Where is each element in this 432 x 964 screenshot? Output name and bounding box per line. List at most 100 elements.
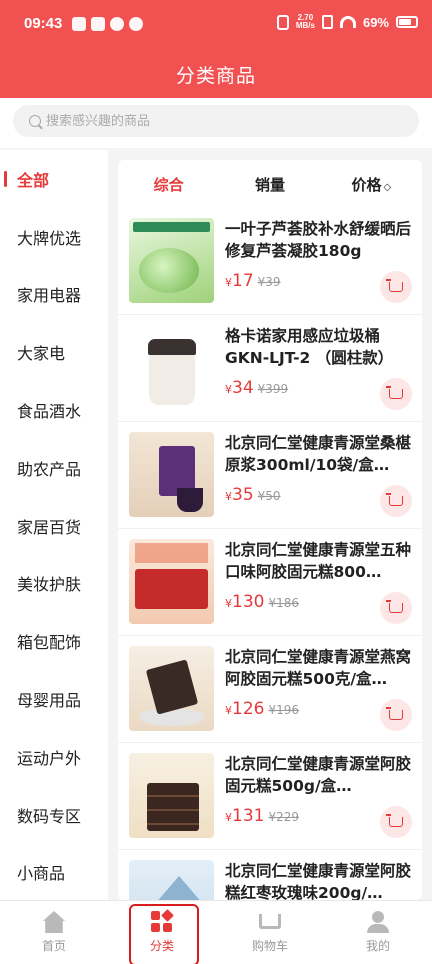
sidebar-item-household[interactable]: 家居百货 (0, 497, 108, 555)
product-price: ¥126 ¥196 (225, 699, 299, 719)
gift-box-image[interactable] (129, 539, 214, 624)
status-bar: 09:43 2.70 MB/s 69% (0, 0, 432, 50)
product-name[interactable]: 北京同仁堂健康青源堂阿胶固元糕500g/盒… (225, 753, 413, 797)
sidebar-item-label: 小商品 (17, 864, 66, 884)
original-price: ¥196 (268, 703, 299, 717)
mountain-image[interactable] (129, 860, 214, 900)
sidebar-item-brand-picks[interactable]: 大牌优选 (0, 208, 108, 266)
product-price: ¥17 ¥39 (225, 271, 281, 291)
add-to-cart-button[interactable] (380, 806, 412, 838)
home-icon (43, 911, 65, 933)
sidebar-item-bags[interactable]: 箱包配饰 (0, 612, 108, 670)
currency-symbol: ¥ (225, 811, 232, 824)
sidebar-item-label: 数码专区 (17, 806, 82, 826)
sort-tab-label: 价格 (351, 175, 382, 194)
add-to-cart-button[interactable] (380, 699, 412, 731)
add-to-cart-button[interactable] (380, 592, 412, 624)
sort-tab-price[interactable]: 价格 ◇ (321, 174, 422, 195)
product-price: ¥131 ¥229 (225, 806, 299, 826)
sidebar-item-label: 助农产品 (17, 459, 82, 479)
sidebar-item-digital[interactable]: 数码专区 (0, 786, 108, 844)
search-input[interactable] (46, 113, 376, 129)
price-value: 131 (232, 806, 265, 826)
sidebar-item-baby[interactable]: 母婴用品 (0, 670, 108, 728)
original-price: ¥229 (268, 810, 299, 824)
nav-home[interactable]: 首页 (0, 901, 108, 964)
product-item[interactable]: 北京同仁堂健康青源堂阿胶固元糕500g/盒… ¥131 ¥229 (118, 743, 422, 850)
sort-arrow-icon: ◇ (383, 181, 392, 193)
search-box[interactable] (13, 105, 419, 137)
cake-plate-image[interactable] (129, 646, 214, 731)
currency-symbol: ¥ (225, 383, 232, 396)
product-price: ¥35 ¥50 (225, 485, 281, 505)
cart-icon (386, 386, 403, 399)
sort-tab-overall[interactable]: 综合 (118, 174, 219, 195)
sidebar-item-home-appliances[interactable]: 家用电器 (0, 266, 108, 324)
cart-nav-icon (259, 911, 281, 933)
sidebar-item-label: 食品酒水 (17, 402, 82, 422)
wifi-icon (339, 16, 356, 28)
product-name[interactable]: 一叶子芦荟胶补水舒缓晒后修复芦荟凝胶180g (225, 218, 413, 262)
original-price: ¥50 (257, 489, 281, 503)
sidebar-item-label: 全部 (17, 170, 50, 190)
trash-bin-image[interactable] (129, 325, 214, 410)
app-notification-icon (91, 17, 105, 31)
add-to-cart-button[interactable] (380, 271, 412, 303)
sort-tab-label: 综合 (153, 175, 184, 194)
product-name[interactable]: 北京同仁堂健康青源堂阿胶糕红枣玫瑰味200g/… (225, 860, 413, 900)
add-to-cart-button[interactable] (380, 378, 412, 410)
product-name[interactable]: 格卡诺家用感应垃圾桶GKN-LJT-2 （圆柱款）(… (225, 325, 413, 369)
nav-label: 购物车 (251, 939, 288, 953)
status-indicators: 2.70 MB/s 69% (276, 14, 418, 30)
sidebar-item-label: 美妆护肤 (17, 575, 82, 595)
product-name[interactable]: 北京同仁堂健康青源堂燕窝阿胶固元糕500克/盒… (225, 646, 413, 690)
nav-cart[interactable]: 购物车 (216, 901, 324, 964)
product-price: ¥130 ¥186 (225, 592, 299, 612)
product-item[interactable]: 北京同仁堂健康青源堂桑椹原浆300ml/10袋/盒… ¥35 ¥50 (118, 422, 422, 529)
product-price: ¥34 ¥399 (225, 378, 288, 398)
price-value: 126 (232, 699, 265, 719)
sidebar-item-beauty[interactable]: 美妆护肤 (0, 555, 108, 613)
cart-icon (386, 279, 403, 292)
weibo-icon (110, 17, 124, 31)
search-icon (29, 115, 41, 127)
product-name[interactable]: 北京同仁堂健康青源堂桑椹原浆300ml/10袋/盒… (225, 432, 413, 476)
price-value: 34 (232, 378, 254, 398)
app-header: 分类商品 (0, 50, 432, 98)
sidebar-item-food-drinks[interactable]: 食品酒水 (0, 381, 108, 439)
currency-symbol: ¥ (225, 597, 232, 610)
category-sidebar: 全部 大牌优选 家用电器 大家电 食品酒水 助农产品 家居百货 美妆护肤 箱包配… (0, 150, 108, 900)
cart-icon (386, 707, 403, 720)
sort-tab-sales[interactable]: 销量 (219, 174, 320, 195)
product-item[interactable]: 北京同仁堂健康青源堂燕窝阿胶固元糕500克/盒… ¥126 ¥196 (118, 636, 422, 743)
aloe-gel-image[interactable] (129, 218, 214, 303)
wechat-icon (129, 17, 143, 31)
cart-icon (386, 493, 403, 506)
battery-percent: 69% (362, 14, 389, 30)
mulberry-juice-image[interactable] (129, 432, 214, 517)
sidebar-item-label: 家用电器 (17, 286, 82, 306)
product-panel: 综合 销量 价格 ◇ 一叶子芦荟胶补水舒缓晒后修复芦荟凝胶180g ¥17 ¥39 … (118, 160, 422, 900)
add-to-cart-button[interactable] (380, 485, 412, 517)
category-icon (151, 909, 174, 933)
sidebar-item-label: 母婴用品 (17, 691, 82, 711)
sidebar-item-label: 运动户外 (17, 748, 82, 768)
nav-category[interactable]: 分类 (108, 901, 216, 964)
product-item[interactable]: 一叶子芦荟胶补水舒缓晒后修复芦荟凝胶180g ¥17 ¥39 (118, 208, 422, 315)
product-item[interactable]: 北京同仁堂健康青源堂五种口味阿胶固元糕800… ¥130 ¥186 (118, 529, 422, 636)
sidebar-item-label: 大牌优选 (17, 228, 82, 248)
sim-off-icon (321, 15, 333, 29)
bottom-nav: 首页 分类 购物车 我的 (0, 900, 432, 964)
sidebar-item-agri-products[interactable]: 助农产品 (0, 439, 108, 497)
sidebar-item-small-goods[interactable]: 小商品 (0, 844, 108, 902)
sidebar-item-all[interactable]: 全部 (0, 150, 108, 208)
product-item[interactable]: 格卡诺家用感应垃圾桶GKN-LJT-2 （圆柱款）(… ¥34¥399 (118, 315, 422, 422)
tiktok-icon (72, 17, 86, 31)
original-price: ¥186 (268, 596, 299, 610)
product-item[interactable]: 北京同仁堂健康青源堂阿胶糕红枣玫瑰味200g/… (118, 850, 422, 900)
nav-profile[interactable]: 我的 (324, 901, 432, 964)
cake-stack-image[interactable] (129, 753, 214, 838)
sidebar-item-major-appliances[interactable]: 大家电 (0, 323, 108, 381)
sidebar-item-outdoor[interactable]: 运动户外 (0, 728, 108, 786)
product-name[interactable]: 北京同仁堂健康青源堂五种口味阿胶固元糕800… (225, 539, 413, 583)
